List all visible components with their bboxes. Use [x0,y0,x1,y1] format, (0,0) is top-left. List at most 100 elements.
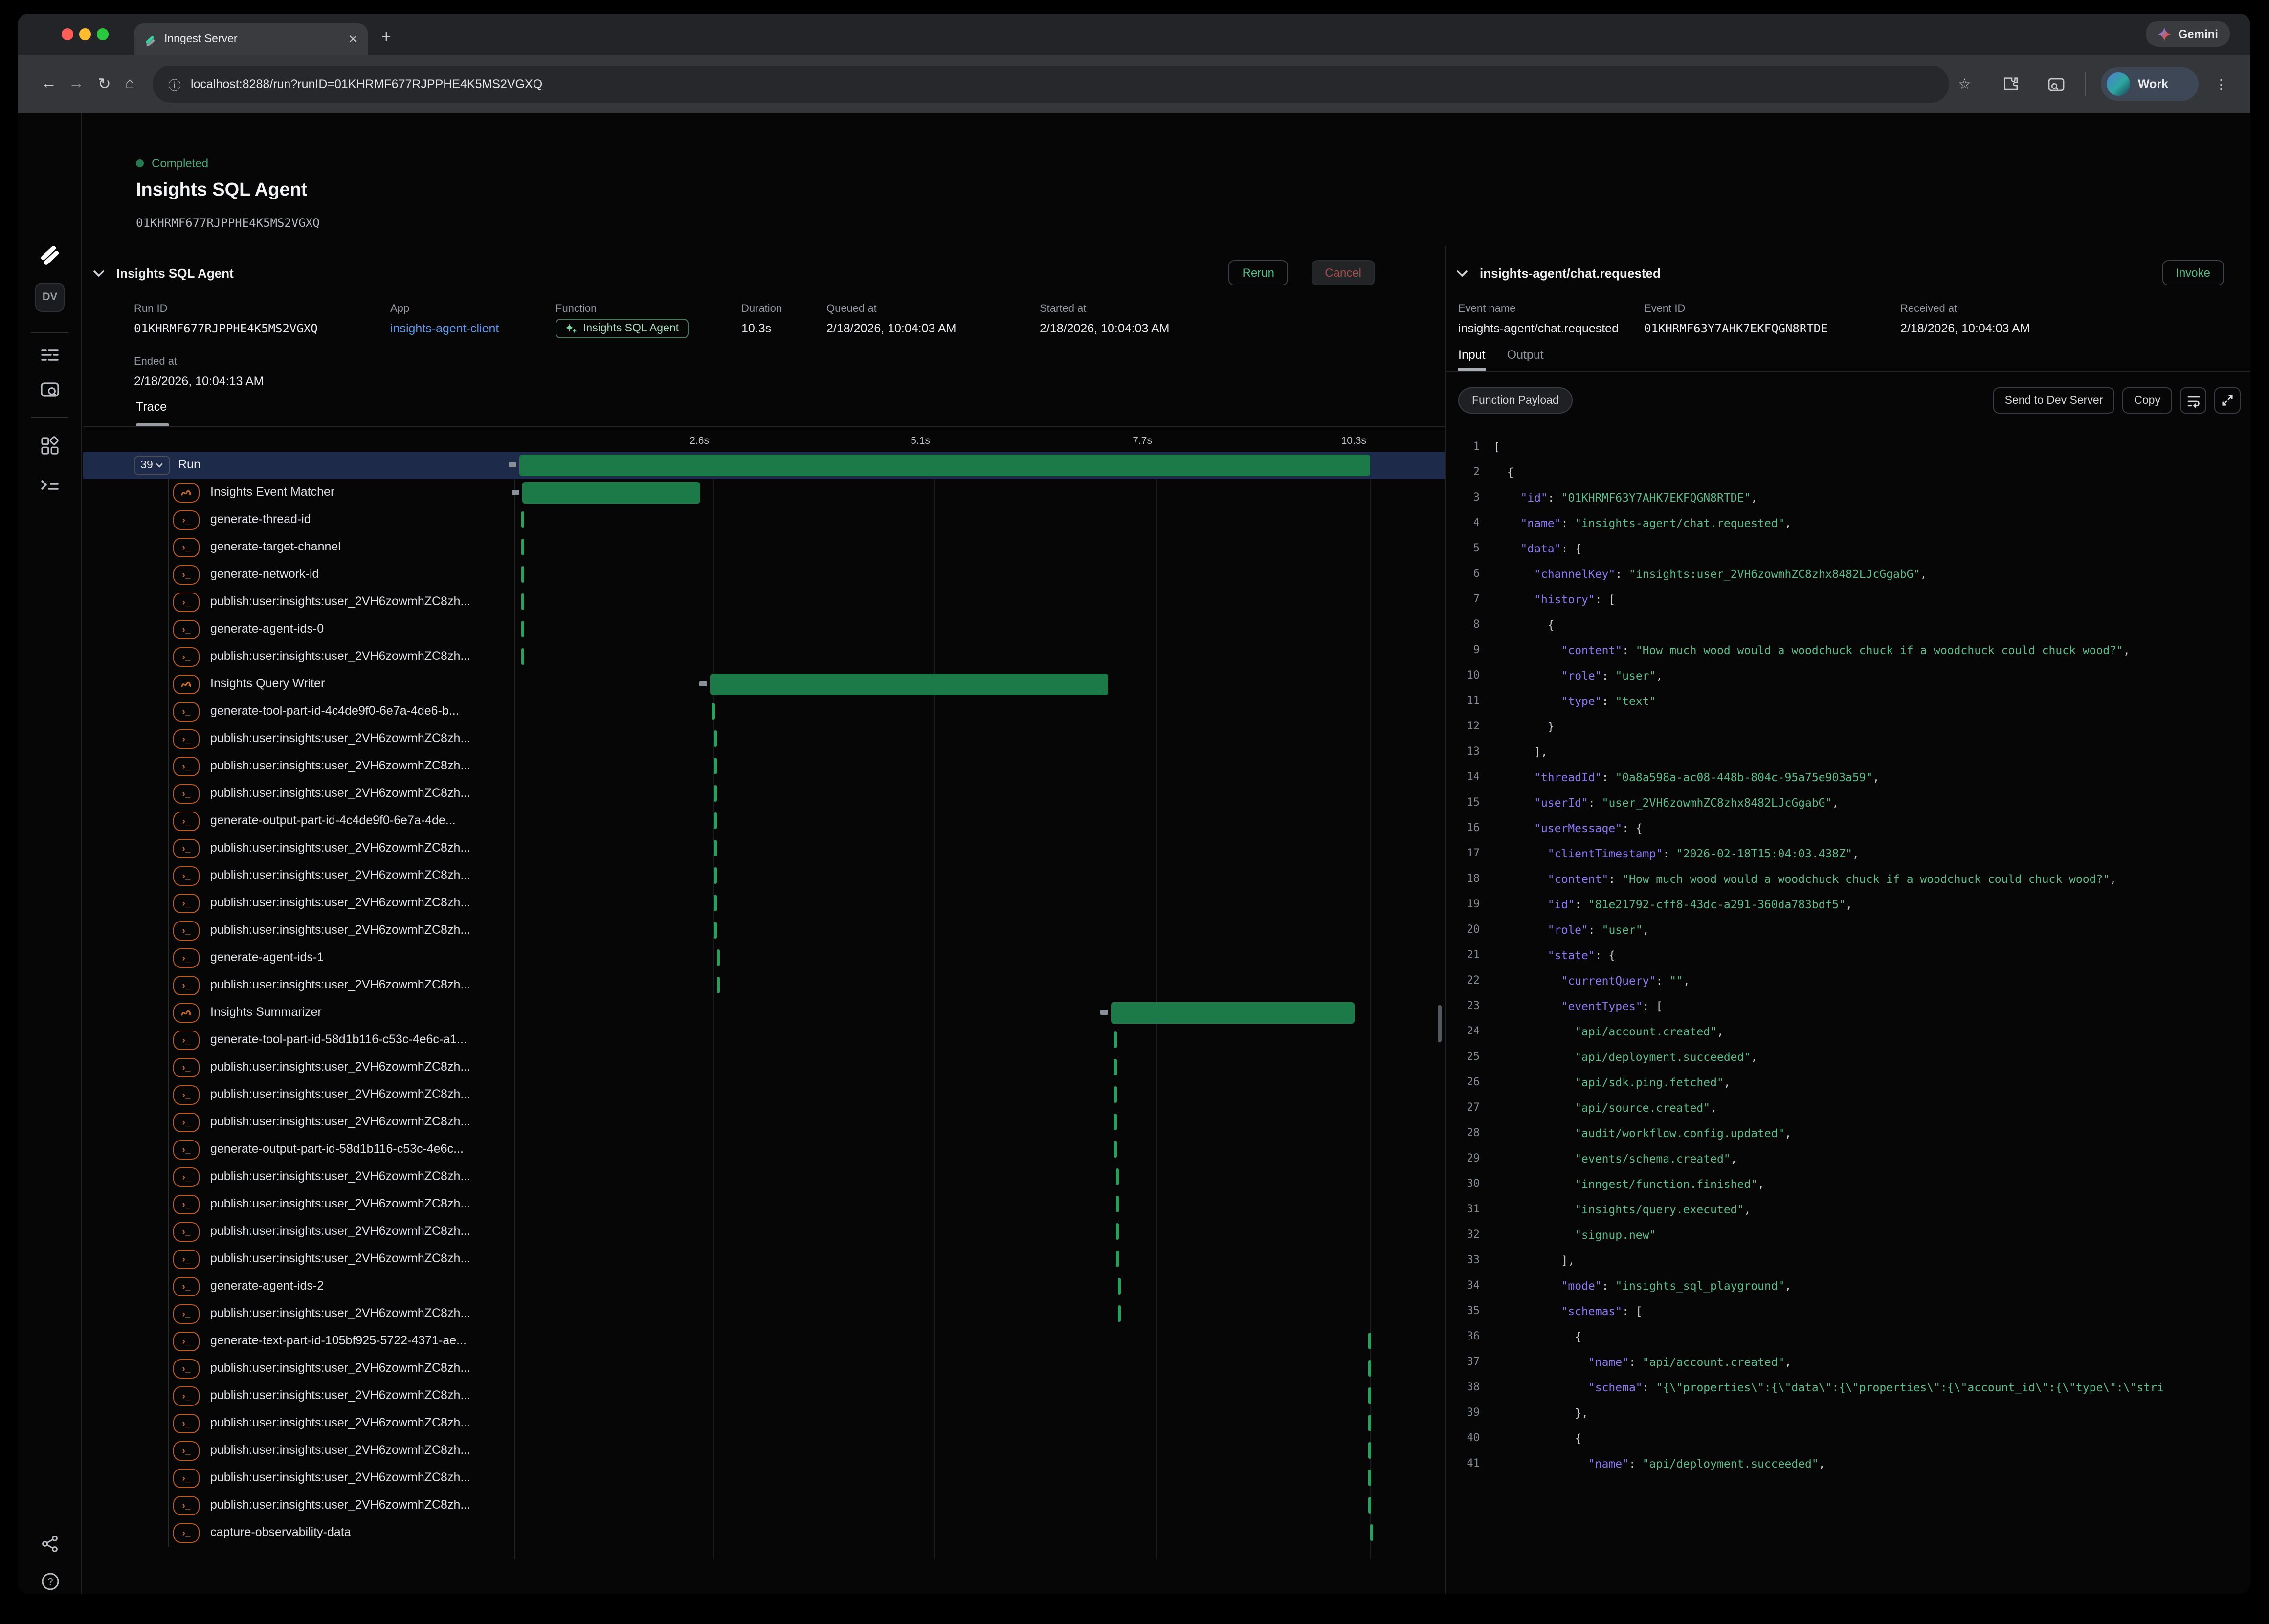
sidebar-item-dev-server[interactable] [18,476,82,494]
trace-step-row[interactable]: ›_generate-network-id [83,561,1445,589]
inngest-app: DV ? [18,113,2250,1594]
trace-step-row[interactable]: ›_publish:user:insights:user_2VH6zowmhZC… [83,725,1445,753]
run-children-badge[interactable]: 39 [134,456,170,475]
trace-scrollbar[interactable] [1438,1005,1442,1042]
collapse-chevron-icon[interactable] [1456,270,1468,278]
trace-step-row[interactable]: ›_publish:user:insights:user_2VH6zowmhZC… [83,862,1445,890]
collapse-chevron-icon[interactable] [93,270,105,278]
run-step-icon: ›_ [173,1167,200,1187]
trace-step-row[interactable]: ›_publish:user:insights:user_2VH6zowmhZC… [83,1355,1445,1383]
trace-step-row[interactable]: ›_publish:user:insights:user_2VH6zowmhZC… [83,643,1445,671]
payload-code-editor[interactable]: 1[2 {3 "id": "01KHRMF63Y7AHK7EKFQGN8RTDE… [1446,434,2250,1594]
agent-icon [173,483,200,503]
copy-button[interactable]: Copy [2122,387,2172,414]
extensions-icon[interactable] [2003,55,2019,113]
trace-step-row[interactable]: ›_publish:user:insights:user_2VH6zowmhZC… [83,1109,1445,1136]
trace-step-row[interactable]: ›_generate-agent-ids-1 [83,944,1445,972]
trace-step-row[interactable]: ›_publish:user:insights:user_2VH6zowmhZC… [83,1437,1445,1465]
step-duration-tick [1114,1031,1117,1048]
reload-icon[interactable]: ↻ [98,55,111,113]
site-info-icon[interactable]: ⓘ [168,75,181,93]
invoke-button[interactable]: Invoke [2162,260,2224,285]
trace-run-row[interactable]: 39 Run [83,452,1445,479]
trace-step-row[interactable]: ›_publish:user:insights:user_2VH6zowmhZC… [83,1465,1445,1492]
app-link[interactable]: insights-agent-client [390,322,499,335]
rerun-button[interactable]: Rerun [1229,260,1288,285]
back-icon[interactable]: ← [41,55,57,113]
step-name: publish:user:insights:user_2VH6zowmhZC8z… [210,1197,508,1210]
trace-step-row[interactable]: ›_publish:user:insights:user_2VH6zowmhZC… [83,835,1445,862]
function-payload-button[interactable]: Function Payload [1458,387,1573,414]
trace-step-row[interactable]: ›_publish:user:insights:user_2VH6zowmhZC… [83,1191,1445,1218]
trace-step-row[interactable]: ›_publish:user:insights:user_2VH6zowmhZC… [83,753,1445,780]
function-pill[interactable]: Insights SQL Agent [556,319,689,338]
gemini-button[interactable]: Gemini [2146,21,2230,47]
trace-step-row[interactable]: ›_publish:user:insights:user_2VH6zowmhZC… [83,1163,1445,1191]
trace-step-row[interactable]: ›_publish:user:insights:user_2VH6zowmhZC… [83,1054,1445,1081]
zoom-window-button[interactable] [97,28,109,40]
code-line: 9 "content": "How much wood would a wood… [1446,637,2250,663]
word-wrap-button[interactable] [2180,387,2206,414]
code-line: 36 { [1446,1324,2250,1349]
menu-dots-icon[interactable]: ⋮ [2214,55,2228,113]
sidebar-item-runs[interactable] [18,346,82,364]
trace-step-row[interactable]: ›_generate-agent-ids-2 [83,1273,1445,1300]
trace-step-row[interactable]: ›_generate-tool-part-id-58d1b116-c53c-4e… [83,1027,1445,1054]
trace-step-row[interactable]: ›_publish:user:insights:user_2VH6zowmhZC… [83,1081,1445,1109]
trace-step-row[interactable]: ›_publish:user:insights:user_2VH6zowmhZC… [83,1492,1445,1519]
trace-step-row[interactable]: Insights Query Writer [83,671,1445,698]
code-line: 40 { [1446,1426,2250,1451]
bookmark-star-icon[interactable]: ☆ [1958,55,1971,113]
trace-step-list: Insights Event Matcher›_generate-thread-… [83,479,1445,1547]
expand-button[interactable] [2214,387,2241,414]
trace-step-row[interactable]: ›_generate-agent-ids-0 [83,616,1445,643]
line-number: 20 [1446,917,1480,943]
profile-button[interactable]: Work [2101,67,2199,101]
sidebar-item-apps[interactable] [18,436,82,456]
trace-step-row[interactable]: ›_publish:user:insights:user_2VH6zowmhZC… [83,917,1445,944]
line-content: "history": [ [1480,587,1615,612]
trace-step-row[interactable]: ›_generate-thread-id [83,506,1445,534]
home-icon[interactable]: ⌂ [125,55,134,113]
app-avatar[interactable]: DV [18,283,82,312]
trace-step-row[interactable]: Insights Summarizer [83,999,1445,1027]
tab-output[interactable]: Output [1507,344,1544,371]
trace-step-row[interactable]: ›_publish:user:insights:user_2VH6zowmhZC… [83,890,1445,917]
trace-step-row[interactable]: ›_publish:user:insights:user_2VH6zowmhZC… [83,1246,1445,1273]
close-tab-icon[interactable]: ✕ [348,32,358,46]
trace-step-row[interactable]: ›_publish:user:insights:user_2VH6zowmhZC… [83,589,1445,616]
trace-step-row[interactable]: ›_publish:user:insights:user_2VH6zowmhZC… [83,780,1445,808]
line-content: "data": { [1480,536,1581,561]
share-icon[interactable] [18,1535,82,1553]
trace-step-row[interactable]: ›_publish:user:insights:user_2VH6zowmhZC… [83,1218,1445,1246]
trace-step-row[interactable]: ›_capture-observability-data [83,1519,1445,1547]
forward-icon[interactable]: → [68,55,84,113]
panel-divider[interactable] [1445,246,1446,1594]
address-bar[interactable]: ⓘ localhost:8288/run?runID=01KHRMF677RJP… [153,66,1949,103]
help-icon[interactable]: ? [18,1572,82,1591]
browser-tab[interactable]: Inngest Server ✕ [134,23,368,55]
trace-step-row[interactable]: ›_generate-output-part-id-58d1b116-c53c-… [83,1136,1445,1163]
trace-step-row[interactable]: ›_generate-text-part-id-105bf925-5722-43… [83,1328,1445,1355]
sidebar-item-events[interactable] [18,381,82,400]
detail-label: Event ID [1644,303,1828,315]
trace-step-row[interactable]: ›_generate-output-part-id-4c4de9f0-6e7a-… [83,808,1445,835]
trace-step-row[interactable]: ›_publish:user:insights:user_2VH6zowmhZC… [83,1300,1445,1328]
minimize-window-button[interactable] [79,28,91,40]
trace-step-row[interactable]: ›_generate-target-channel [83,534,1445,561]
trace-step-row[interactable]: ›_generate-tool-part-id-4c4de9f0-6e7a-4d… [83,698,1445,725]
inngest-logo-icon[interactable] [18,241,82,266]
trace-step-row[interactable]: ›_publish:user:insights:user_2VH6zowmhZC… [83,1410,1445,1437]
trace-step-row[interactable]: Insights Event Matcher [83,479,1445,506]
tab-input[interactable]: Input [1458,344,1486,371]
run-step-icon: ›_ [173,1031,200,1050]
close-window-button[interactable] [62,28,73,40]
trace-step-row[interactable]: ›_publish:user:insights:user_2VH6zowmhZC… [83,1383,1445,1410]
send-to-dev-server-button[interactable]: Send to Dev Server [1993,387,2115,414]
status-dot-icon [136,159,144,167]
new-tab-button[interactable]: + [381,27,391,47]
tab-trace[interactable]: Trace [136,400,167,414]
tab-search-icon[interactable] [2048,55,2065,113]
trace-step-row[interactable]: ›_publish:user:insights:user_2VH6zowmhZC… [83,972,1445,999]
cancel-button[interactable]: Cancel [1311,260,1375,285]
